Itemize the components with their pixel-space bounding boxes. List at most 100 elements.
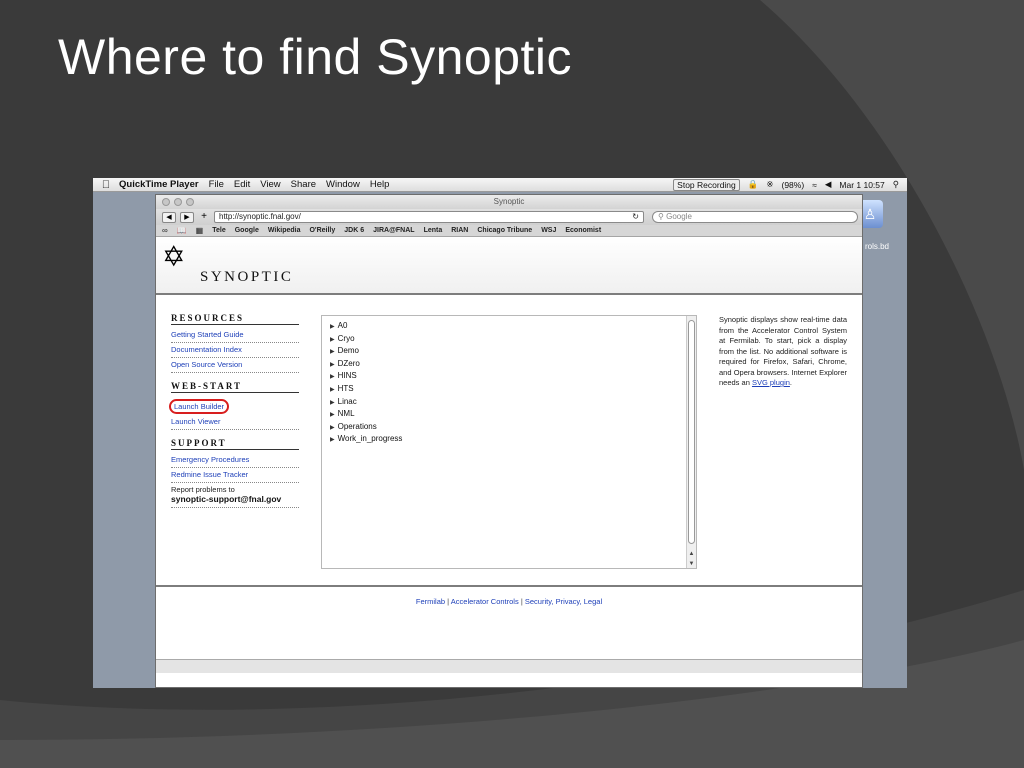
support-email[interactable]: synoptic-support@fnal.gov [171,494,299,508]
mac-menubar:  QuickTime Player File Edit View Share … [93,178,907,192]
scroll-down-arrow-icon[interactable]: ▼ [687,561,696,567]
battery-status[interactable]: (98%) [781,180,804,190]
bookmark-oreilly[interactable]: O'Reilly [309,227,335,234]
tree-item-label: DZero [337,358,360,368]
lock-icon[interactable]: 🔒 [748,179,759,190]
report-problems-label: Report problems to [171,485,235,494]
tree-item-label: Work_in_progress [337,434,403,444]
bookmark-tele[interactable]: Tele [212,227,226,234]
expand-triangle-icon[interactable]: ▶ [330,337,335,343]
fermilab-logo-icon[interactable]: ✡ [162,243,185,271]
tree-item-a0[interactable]: ▶ A0 [322,320,696,333]
getting-started-link[interactable]: Getting Started Guide [171,328,299,343]
page-content: RESOURCES Getting Started Guide Document… [156,295,862,585]
expand-triangle-icon[interactable]: ▶ [330,349,335,355]
url-text: http://synoptic.fnal.gov/ [219,212,301,221]
expand-triangle-icon[interactable]: ▶ [330,412,335,418]
menu-help[interactable]: Help [370,179,390,190]
add-bookmark-button[interactable]: + [198,211,210,223]
menu-share[interactable]: Share [291,179,316,190]
site-logo-text[interactable]: SYNOPTIC [200,269,293,286]
tree-item-hts[interactable]: ▶ HTS [322,383,696,396]
browser-window: Synoptic ◀ ▶ + http://synoptic.fnal.gov/… [155,194,863,688]
volume-icon[interactable]: ◀ [825,179,832,190]
menu-view[interactable]: View [260,179,280,190]
expand-triangle-icon[interactable]: ▶ [330,400,335,406]
resources-heading: RESOURCES [171,313,299,325]
launch-builder-link[interactable]: Launch Builder [168,399,230,414]
bookmark-google[interactable]: Google [235,227,259,234]
tree-item-dzero[interactable]: ▶ DZero [322,358,696,371]
bookmark-wikipedia[interactable]: Wikipedia [268,227,301,234]
bookmark-economist[interactable]: Economist [565,227,601,234]
scroll-up-arrow-icon[interactable]: ▲ [687,551,696,557]
reader-icon[interactable]: ∞ [162,226,168,235]
window-controls [162,198,194,206]
bookmark-rian[interactable]: RIAN [451,227,468,234]
top-sites-grid-icon[interactable]: ▦ [196,226,204,235]
expand-triangle-icon[interactable]: ▶ [330,437,335,443]
spotlight-search-icon[interactable]: ⚲ [893,179,899,190]
address-bar[interactable]: http://synoptic.fnal.gov/ ↻ [214,211,644,223]
bookmark-lenta[interactable]: Lenta [424,227,443,234]
zoom-window-button[interactable] [186,198,194,206]
back-button[interactable]: ◀ [162,211,176,223]
description-text: Synoptic displays show real-time data fr… [719,315,847,387]
redmine-issue-tracker-link[interactable]: Redmine Issue Tracker [171,468,299,483]
window-title: Synoptic [493,197,525,206]
list-scrollbar[interactable]: ▲ ▼ [686,316,696,568]
svg-plugin-link[interactable]: SVG plugin [752,378,790,387]
bookmark-chicago-tribune[interactable]: Chicago Tribune [477,227,532,234]
search-field[interactable]: ⚲ Google [652,211,858,223]
scroll-thumb[interactable] [688,320,695,544]
wifi-icon[interactable]: ≈ [812,180,817,190]
tree-item-hins[interactable]: ▶ HINS [322,370,696,383]
menu-edit[interactable]: Edit [234,179,250,190]
footer-link-accelerator-controls[interactable]: Accelerator Controls [451,597,519,606]
site-header: ✡ SYNOPTIC [156,237,862,295]
tree-item-label: Linac [337,396,357,406]
emergency-procedures-link[interactable]: Emergency Procedures [171,453,299,468]
webstart-heading: WEB-START [171,381,299,393]
browser-toolbar: ◀ ▶ + http://synoptic.fnal.gov/ ↻ ⚲ Goog… [156,209,862,225]
reload-icon[interactable]: ↻ [632,212,639,222]
slide-title: Where to find Synoptic [58,29,573,85]
expand-triangle-icon[interactable]: ▶ [330,362,335,368]
tree-item-label: NML [337,409,355,419]
menu-file[interactable]: File [209,179,224,190]
bluetooth-icon[interactable]: ※ [766,179,773,190]
close-window-button[interactable] [162,198,170,206]
launch-viewer-link[interactable]: Launch Viewer [171,415,299,430]
desktop-file-label[interactable]: rols.bd [865,242,889,251]
clock[interactable]: Mar 1 10:57 [839,180,884,190]
tree-item-linac[interactable]: ▶ Linac [322,396,696,409]
expand-triangle-icon[interactable]: ▶ [330,387,335,393]
bookmark-jdk6[interactable]: JDK 6 [344,227,364,234]
bookmark-jira[interactable]: JIRA@FNAL [373,227,414,234]
display-tree-list[interactable]: ▶ A0 ▶ Cryo ▶ Demo ▶ DZero ▶ HINS ▶ HTS ▶ Linac… [321,315,697,569]
expand-triangle-icon[interactable]: ▶ [330,425,335,431]
menu-app-name[interactable]: QuickTime Player [119,179,199,190]
tree-item-operations[interactable]: ▶ Operations [322,421,696,434]
tree-item-demo[interactable]: ▶ Demo [322,345,696,358]
bookmarks-book-icon[interactable]: 📖 [177,226,187,235]
expand-triangle-icon[interactable]: ▶ [330,374,335,380]
footer-link-fermilab[interactable]: Fermilab [416,597,445,606]
footer-link-security-privacy-legal[interactable]: Security, Privacy, Legal [525,597,602,606]
tree-item-cryo[interactable]: ▶ Cryo [322,333,696,346]
bookmark-wsj[interactable]: WSJ [541,227,556,234]
support-heading: SUPPORT [171,438,299,450]
stop-recording-button[interactable]: Stop Recording [673,178,740,191]
tree-item-label: HINS [337,371,357,381]
expand-triangle-icon[interactable]: ▶ [330,324,335,330]
forward-button[interactable]: ▶ [180,211,194,223]
tree-item-work-in-progress[interactable]: ▶ Work_in_progress [322,433,696,446]
open-source-version-link[interactable]: Open Source Version [171,358,299,373]
left-nav: RESOURCES Getting Started Guide Document… [168,313,299,508]
menu-window[interactable]: Window [326,179,360,190]
apple-icon[interactable]:  [93,179,119,191]
tree-item-nml[interactable]: ▶ NML [322,408,696,421]
minimize-window-button[interactable] [174,198,182,206]
documentation-index-link[interactable]: Documentation Index [171,343,299,358]
synoptic-description: Synoptic displays show real-time data fr… [719,315,847,387]
